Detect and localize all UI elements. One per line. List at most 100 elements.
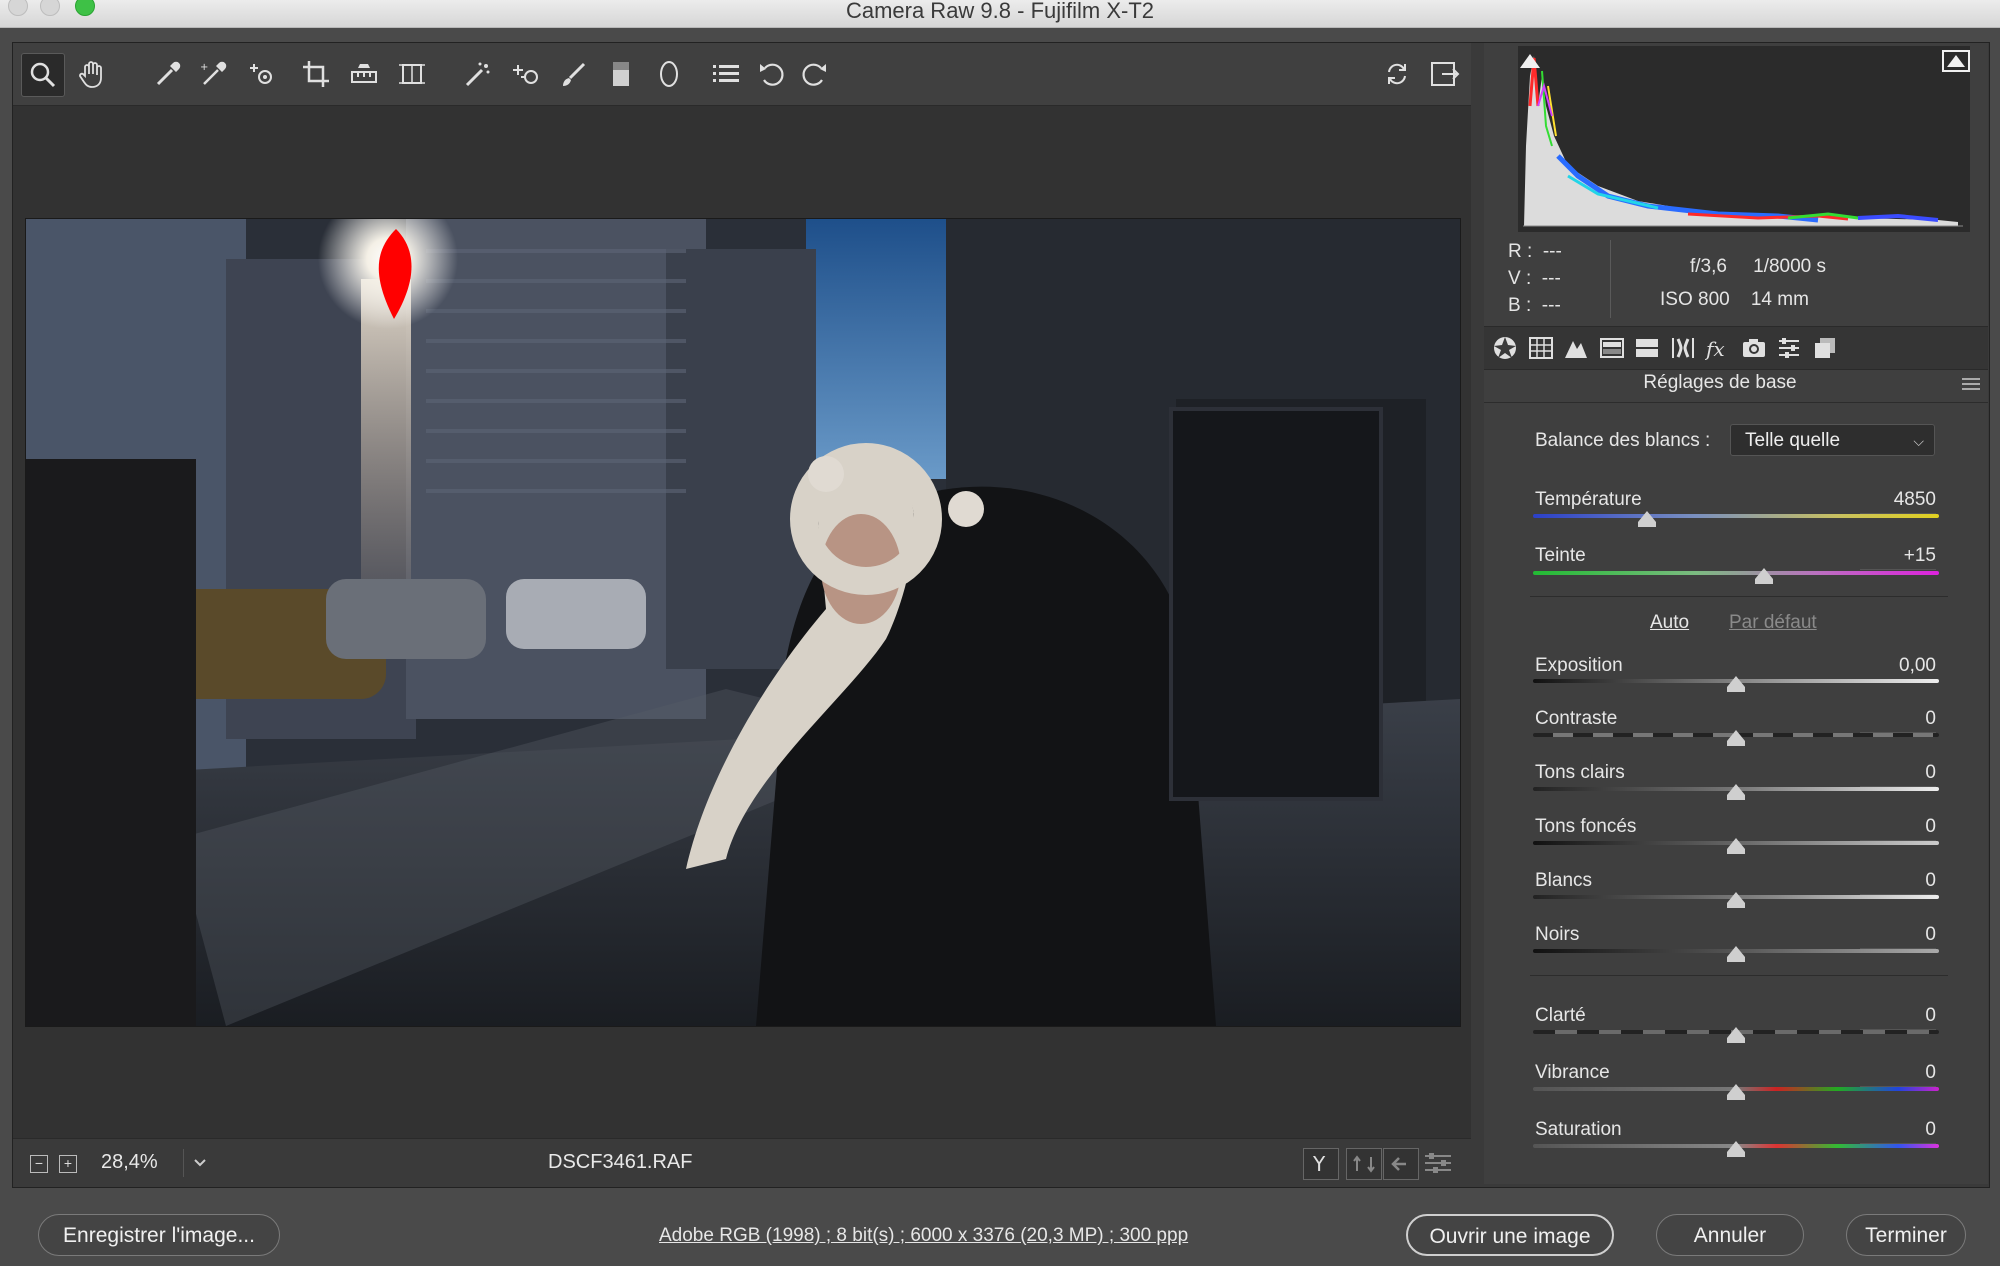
svg-text:fx: fx <box>1705 337 1725 361</box>
section-divider <box>1530 975 1948 976</box>
tab-detail[interactable] <box>1561 333 1591 363</box>
svg-text:+: + <box>200 62 208 73</box>
copy-settings-button[interactable] <box>1383 1148 1419 1180</box>
slider-value-field[interactable]: 0 <box>1860 762 1936 787</box>
done-button[interactable]: Terminer <box>1846 1214 1966 1256</box>
settings-toggle-button[interactable] <box>1421 1148 1455 1178</box>
camera-icon <box>1743 339 1765 357</box>
zoom-tool-button[interactable] <box>21 53 65 97</box>
red-eye-icon <box>513 65 538 84</box>
hsl-icon <box>1600 338 1624 358</box>
radial-filter-tool-button[interactable] <box>648 53 690 95</box>
slider-value-field[interactable]: 0 <box>1860 1119 1936 1144</box>
shutter-value: 1/8000 s <box>1753 256 1827 277</box>
aperture-icon <box>1494 337 1516 359</box>
slider-value-field[interactable]: +15 <box>1860 545 1936 570</box>
preferences-icon <box>713 65 739 82</box>
slider-label: Noirs <box>1535 924 1580 945</box>
targeted-adjustment-tool-button[interactable] <box>241 53 283 95</box>
tab-snapshots[interactable] <box>1810 333 1840 363</box>
shadow-clipping-toggle[interactable] <box>1516 50 1544 72</box>
slider-thumb[interactable] <box>1755 568 1774 584</box>
slider-thumb[interactable] <box>1727 676 1745 692</box>
slider-value-field[interactable]: 0 <box>1860 924 1936 949</box>
slider-thumb[interactable] <box>1727 1027 1745 1043</box>
slider-thumb[interactable] <box>1727 946 1745 962</box>
slider-value-field[interactable]: 0,00 <box>1860 655 1936 680</box>
swap-settings-button[interactable] <box>1346 1148 1382 1180</box>
slider-thumb[interactable] <box>1727 892 1745 908</box>
slider-thumb[interactable] <box>1637 511 1656 527</box>
cancel-button[interactable]: Annuler <box>1656 1214 1804 1256</box>
sliders-icon <box>1425 1153 1451 1173</box>
crop-tool-button[interactable] <box>295 53 337 95</box>
preferences-button[interactable] <box>705 53 747 95</box>
lens-icon <box>1672 338 1694 358</box>
slider-value-field[interactable]: 0 <box>1860 1005 1936 1030</box>
rotate-left-button[interactable] <box>751 53 793 95</box>
panel-menu-button[interactable] <box>1962 378 1980 393</box>
slider-value-field[interactable]: 0 <box>1860 1062 1936 1087</box>
zoom-dropdown[interactable] <box>183 1149 216 1177</box>
tab-camera-calibration[interactable] <box>1739 333 1769 363</box>
section-divider <box>1530 596 1948 597</box>
slider-thumb[interactable] <box>1727 838 1745 854</box>
tab-basic[interactable] <box>1490 333 1520 363</box>
slider-value-field[interactable]: 0 <box>1860 870 1936 895</box>
photo-image <box>26 219 1460 1026</box>
fullscreen-button[interactable] <box>1423 53 1465 95</box>
tab-lens-corrections[interactable] <box>1668 333 1698 363</box>
straighten-tool-button[interactable] <box>343 53 385 95</box>
auto-link[interactable]: Auto <box>1650 612 1689 634</box>
refresh-button[interactable] <box>1376 53 1418 95</box>
tab-effects[interactable]: fx <box>1703 333 1733 363</box>
mountain-icon <box>1565 341 1587 358</box>
tab-tone-curve[interactable] <box>1526 333 1556 363</box>
default-link[interactable]: Par défaut <box>1729 612 1817 634</box>
b-label: B : <box>1508 295 1532 316</box>
tab-presets[interactable] <box>1774 333 1804 363</box>
adjustment-brush-tool-button[interactable] <box>553 53 595 95</box>
zoom-out-button[interactable]: − <box>30 1155 48 1173</box>
grid-icon <box>1529 337 1553 359</box>
slider-track[interactable] <box>1533 514 1939 518</box>
image-preview[interactable] <box>25 218 1461 1027</box>
slider-thumb[interactable] <box>1727 784 1745 800</box>
tab-split-toning[interactable] <box>1632 333 1662 363</box>
red-eye-tool-button[interactable] <box>505 53 547 95</box>
slider-value-field[interactable]: 0 <box>1860 708 1936 733</box>
slider-label: Tons clairs <box>1535 762 1625 783</box>
rotate-right-button[interactable] <box>793 53 835 95</box>
slider-label: Exposition <box>1535 655 1623 676</box>
white-balance-label: Balance des blancs : <box>1535 430 1711 451</box>
before-after-button[interactable]: Y <box>1303 1148 1339 1180</box>
slider-value-field[interactable]: 4850 <box>1860 489 1936 514</box>
slider-thumb[interactable] <box>1727 730 1745 746</box>
color-sampler-tool-button[interactable]: + <box>193 53 235 95</box>
graduated-filter-tool-button[interactable] <box>600 53 642 95</box>
spot-removal-tool-button[interactable] <box>457 53 499 95</box>
color-sampler-icon: + <box>200 61 227 85</box>
exif-info: f/3,6 1/8000 s ISO 800 14 mm <box>1650 250 1826 316</box>
slider-thumb[interactable] <box>1727 1084 1745 1100</box>
open-image-button[interactable]: Ouvrir une image <box>1406 1214 1614 1256</box>
slider-thumb[interactable] <box>1727 1141 1745 1157</box>
window-title: Camera Raw 9.8 - Fujifilm X-T2 <box>845 0 1155 23</box>
workflow-options-link[interactable]: Adobe RGB (1998) ; 8 bit(s) ; 6000 x 337… <box>659 1225 1188 1247</box>
swap-icon <box>1353 1155 1375 1173</box>
rotate-left-icon <box>760 63 784 86</box>
iso-value: ISO 800 <box>1660 289 1730 310</box>
white-balance-select[interactable]: Telle quelle ⌵ <box>1730 424 1935 456</box>
aperture-value: f/3,6 <box>1690 256 1727 277</box>
fx-icon: fx <box>1705 337 1725 361</box>
triangle-icon <box>1520 54 1540 68</box>
tab-hsl[interactable] <box>1597 333 1627 363</box>
transform-tool-button[interactable] <box>391 53 433 95</box>
slider-track[interactable] <box>1533 571 1939 575</box>
slider-value-field[interactable]: 0 <box>1860 816 1936 841</box>
save-image-button[interactable]: Enregistrer l'image... <box>38 1214 280 1256</box>
hand-tool-button[interactable] <box>71 53 113 95</box>
white-balance-tool-button[interactable] <box>147 53 189 95</box>
zoom-in-button[interactable]: + <box>59 1155 77 1173</box>
highlight-clipping-toggle[interactable] <box>1942 50 1970 72</box>
